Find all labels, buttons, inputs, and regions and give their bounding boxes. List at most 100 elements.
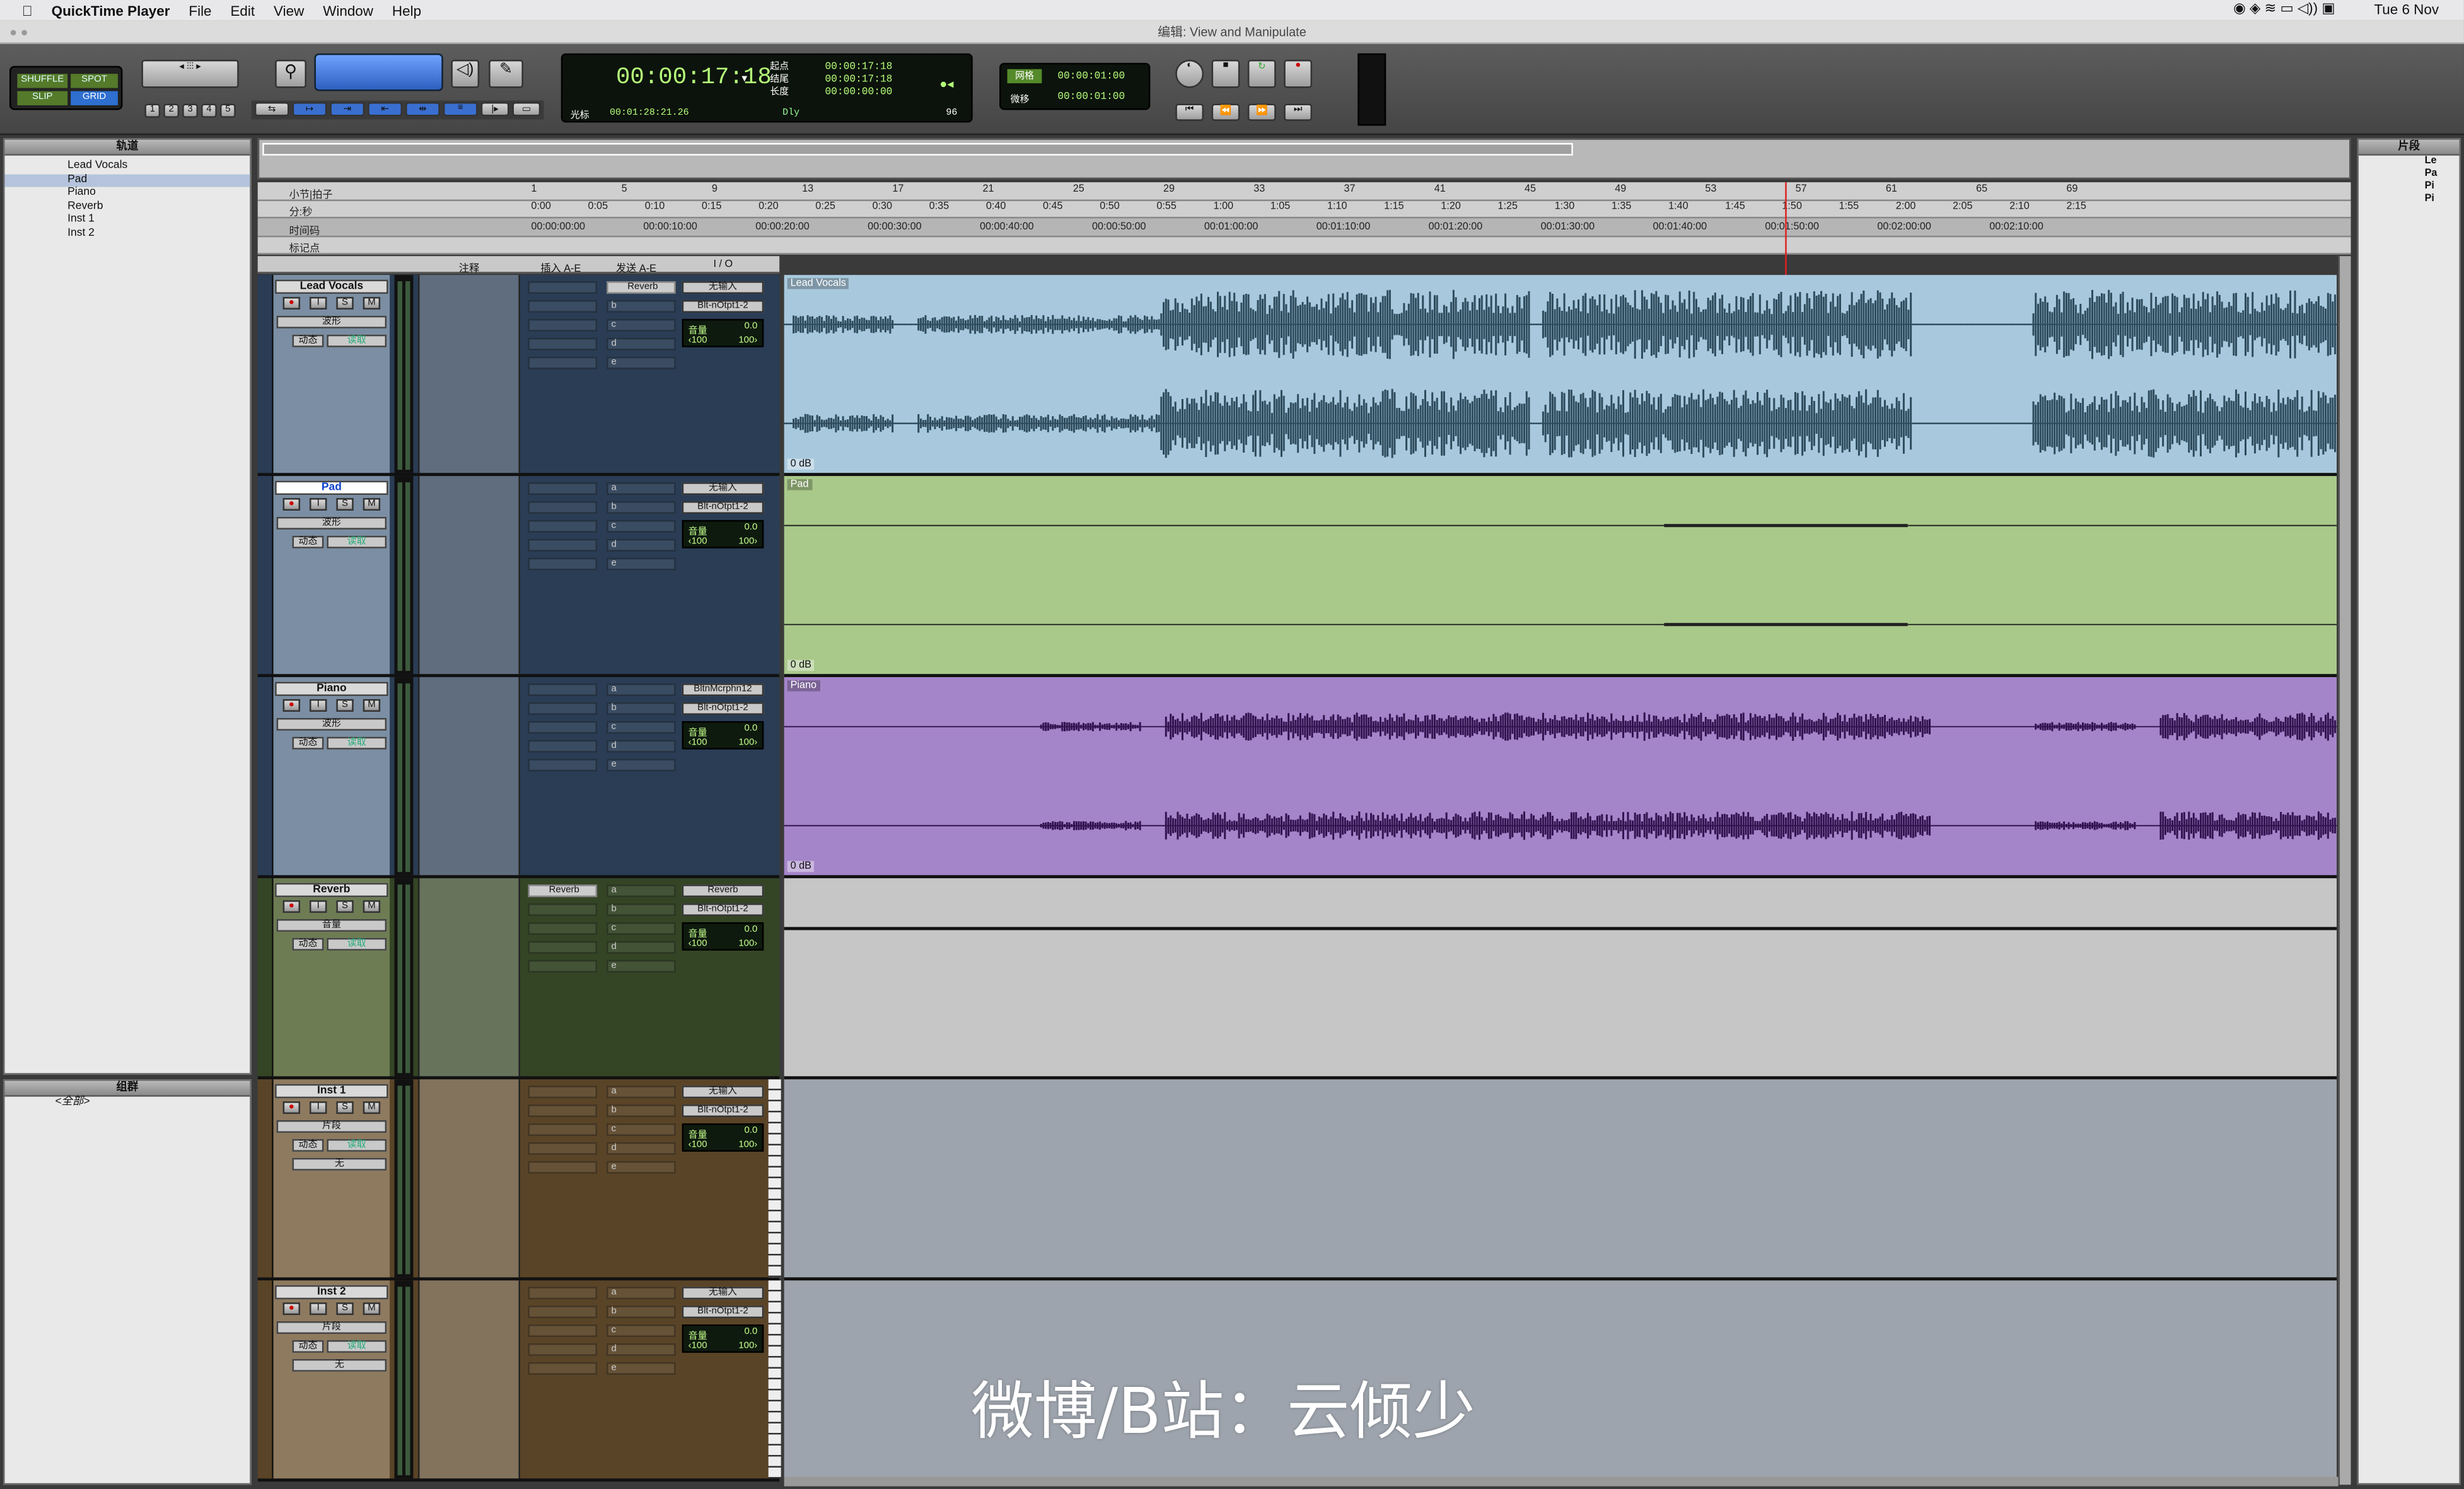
insert-slot[interactable] <box>528 683 598 697</box>
track-color-strip[interactable] <box>257 275 274 473</box>
track-color-strip[interactable] <box>257 1280 274 1479</box>
window-close-icon[interactable]: ● ● <box>9 20 28 43</box>
solo-button[interactable]: S <box>336 699 354 712</box>
track-input-button[interactable]: I <box>309 1101 327 1115</box>
main-counter[interactable]: 00:00:17:18 <box>616 64 772 91</box>
input-selector[interactable]: 无输入 <box>682 1287 764 1300</box>
solo-button[interactable]: S <box>336 1302 354 1316</box>
counter-dropdown-icon[interactable]: ▾ <box>741 72 747 86</box>
insert-slot[interactable] <box>528 758 598 772</box>
clip-gain[interactable]: 0 dB <box>787 659 815 671</box>
tool-btn-8[interactable]: ▭ <box>512 101 541 117</box>
solo-button[interactable]: S <box>336 1101 354 1115</box>
send-slot[interactable]: c <box>607 519 676 533</box>
track-input-button[interactable]: I <box>309 1302 327 1316</box>
zoom-preset-1[interactable]: 1 <box>144 103 161 118</box>
send-slot[interactable]: e <box>607 557 676 571</box>
mini-keyboard[interactable] <box>768 1079 781 1278</box>
input-selector[interactable]: 无输入 <box>682 281 764 294</box>
shuffle-button[interactable]: SHUFFLE <box>17 74 68 88</box>
automation-label[interactable]: 动态 <box>292 937 324 951</box>
insert-slot[interactable] <box>528 1123 598 1136</box>
automation-mode[interactable]: 读取 <box>327 1138 387 1152</box>
tool-btn-6[interactable]: ≡ <box>443 101 478 117</box>
tool-btn-5[interactable]: ⇹ <box>405 101 440 117</box>
zoomer-tool-icon[interactable]: ⚲ <box>275 59 306 88</box>
track-view-selector[interactable]: 波形 <box>276 315 387 328</box>
mute-button[interactable]: M <box>363 297 381 310</box>
comments-field[interactable] <box>417 878 520 1077</box>
universe-overview[interactable] <box>257 138 2351 180</box>
insert-slot[interactable] <box>528 1343 598 1356</box>
send-slot[interactable]: e <box>607 1362 676 1375</box>
comments-field[interactable] <box>417 1079 520 1278</box>
pan-left[interactable]: ‹100 <box>689 336 707 345</box>
volume-pan-display[interactable]: 音量 0.0 ‹100 100› <box>682 922 764 951</box>
track-list-item[interactable]: Reverb <box>4 200 250 214</box>
send-slot[interactable]: a <box>607 1086 676 1099</box>
volume-pan-display[interactable]: 音量 0.0 ‹100 100› <box>682 519 764 548</box>
track-view-selector[interactable]: 波形 <box>276 717 387 731</box>
insert-slot[interactable] <box>528 1287 598 1300</box>
mini-keyboard[interactable] <box>768 1280 781 1479</box>
automation-label[interactable]: 动态 <box>292 736 324 750</box>
comments-field[interactable] <box>417 1280 520 1479</box>
track-list-item[interactable]: Piano <box>4 187 250 200</box>
volume-value[interactable]: 0.0 <box>744 925 757 935</box>
insert-slot[interactable] <box>528 356 598 369</box>
output-selector[interactable]: Blt-nOtpt1-2 <box>682 1104 764 1118</box>
insert-slot[interactable] <box>528 1306 598 1319</box>
insert-slot[interactable] <box>528 300 598 313</box>
send-slot[interactable]: e <box>607 356 676 369</box>
insert-slot[interactable] <box>528 281 598 294</box>
insert-slot[interactable] <box>528 1142 598 1155</box>
audio-region[interactable]: Piano 0 dB <box>784 677 2337 879</box>
zoom-preset-2[interactable]: 2 <box>163 103 180 118</box>
volume-pan-display[interactable]: 音量 0.0 ‹100 100› <box>682 1324 764 1353</box>
insert-slot[interactable] <box>528 1161 598 1174</box>
volume-value[interactable]: 0.0 <box>744 1328 757 1337</box>
solo-button[interactable]: S <box>336 498 354 511</box>
track-color-strip[interactable] <box>257 476 274 675</box>
insert-slot[interactable] <box>528 318 598 332</box>
overview-visible-range[interactable] <box>262 142 1573 156</box>
nudge-label[interactable]: 微移 <box>1011 91 1030 105</box>
send-slot[interactable]: d <box>607 538 676 552</box>
metronome-icon[interactable]: ●◂ <box>939 77 953 93</box>
insert-slot[interactable] <box>528 903 598 917</box>
automation-mode[interactable]: 读取 <box>327 535 387 548</box>
send-slot[interactable]: c <box>607 318 676 332</box>
grid-label[interactable]: 网格 <box>1007 69 1042 84</box>
send-slot[interactable]: a <box>607 1287 676 1300</box>
start-value[interactable]: 00:00:17:18 <box>825 61 892 74</box>
clip-item[interactable]: Pa <box>2425 168 2460 181</box>
output-selector[interactable]: Blt-nOtpt1-2 <box>682 1306 764 1319</box>
pan-right[interactable]: 100› <box>738 1140 757 1150</box>
rewind-button[interactable]: ⏪ <box>1211 103 1240 121</box>
input-selector[interactable]: 无输入 <box>682 482 764 495</box>
automation-label[interactable]: 动态 <box>292 1138 324 1152</box>
grid-value[interactable]: 00:00:01:00 <box>1057 71 1125 81</box>
stop-button[interactable]: ■ <box>1211 59 1240 88</box>
slip-button[interactable]: SLIP <box>17 91 68 105</box>
track-input-button[interactable]: I <box>309 699 327 712</box>
audio-region[interactable]: Lead Vocals 0 dB <box>784 275 2337 477</box>
send-slot[interactable]: b <box>607 1104 676 1118</box>
pan-right[interactable]: 100› <box>738 336 757 345</box>
send-slot[interactable]: b <box>607 702 676 715</box>
send-slot[interactable]: c <box>607 721 676 734</box>
input-selector[interactable]: Reverb <box>682 884 764 898</box>
empty-playlist[interactable] <box>784 1079 2337 1281</box>
send-slot[interactable]: e <box>607 758 676 772</box>
online-button[interactable]: ◐ <box>1175 59 1204 88</box>
apple-icon[interactable]:  <box>22 3 33 18</box>
volume-pan-display[interactable]: 音量 0.0 ‹100 100› <box>682 1123 764 1152</box>
track-list-item[interactable]: Inst 2 <box>4 228 250 241</box>
mute-button[interactable]: M <box>363 498 381 511</box>
timecode-ruler[interactable]: 时间码 00:00:00:00 00:00:10:00 00:00:20:00 00:… <box>257 218 2351 238</box>
input-selector[interactable]: 无输入 <box>682 1086 764 1099</box>
tool-btn-1[interactable]: ⇆ <box>254 101 289 117</box>
send-slot[interactable]: d <box>607 337 676 351</box>
go-to-end-button[interactable]: ⏭ <box>1284 103 1313 121</box>
input-selector[interactable]: BltnMcrphn12 <box>682 683 764 697</box>
